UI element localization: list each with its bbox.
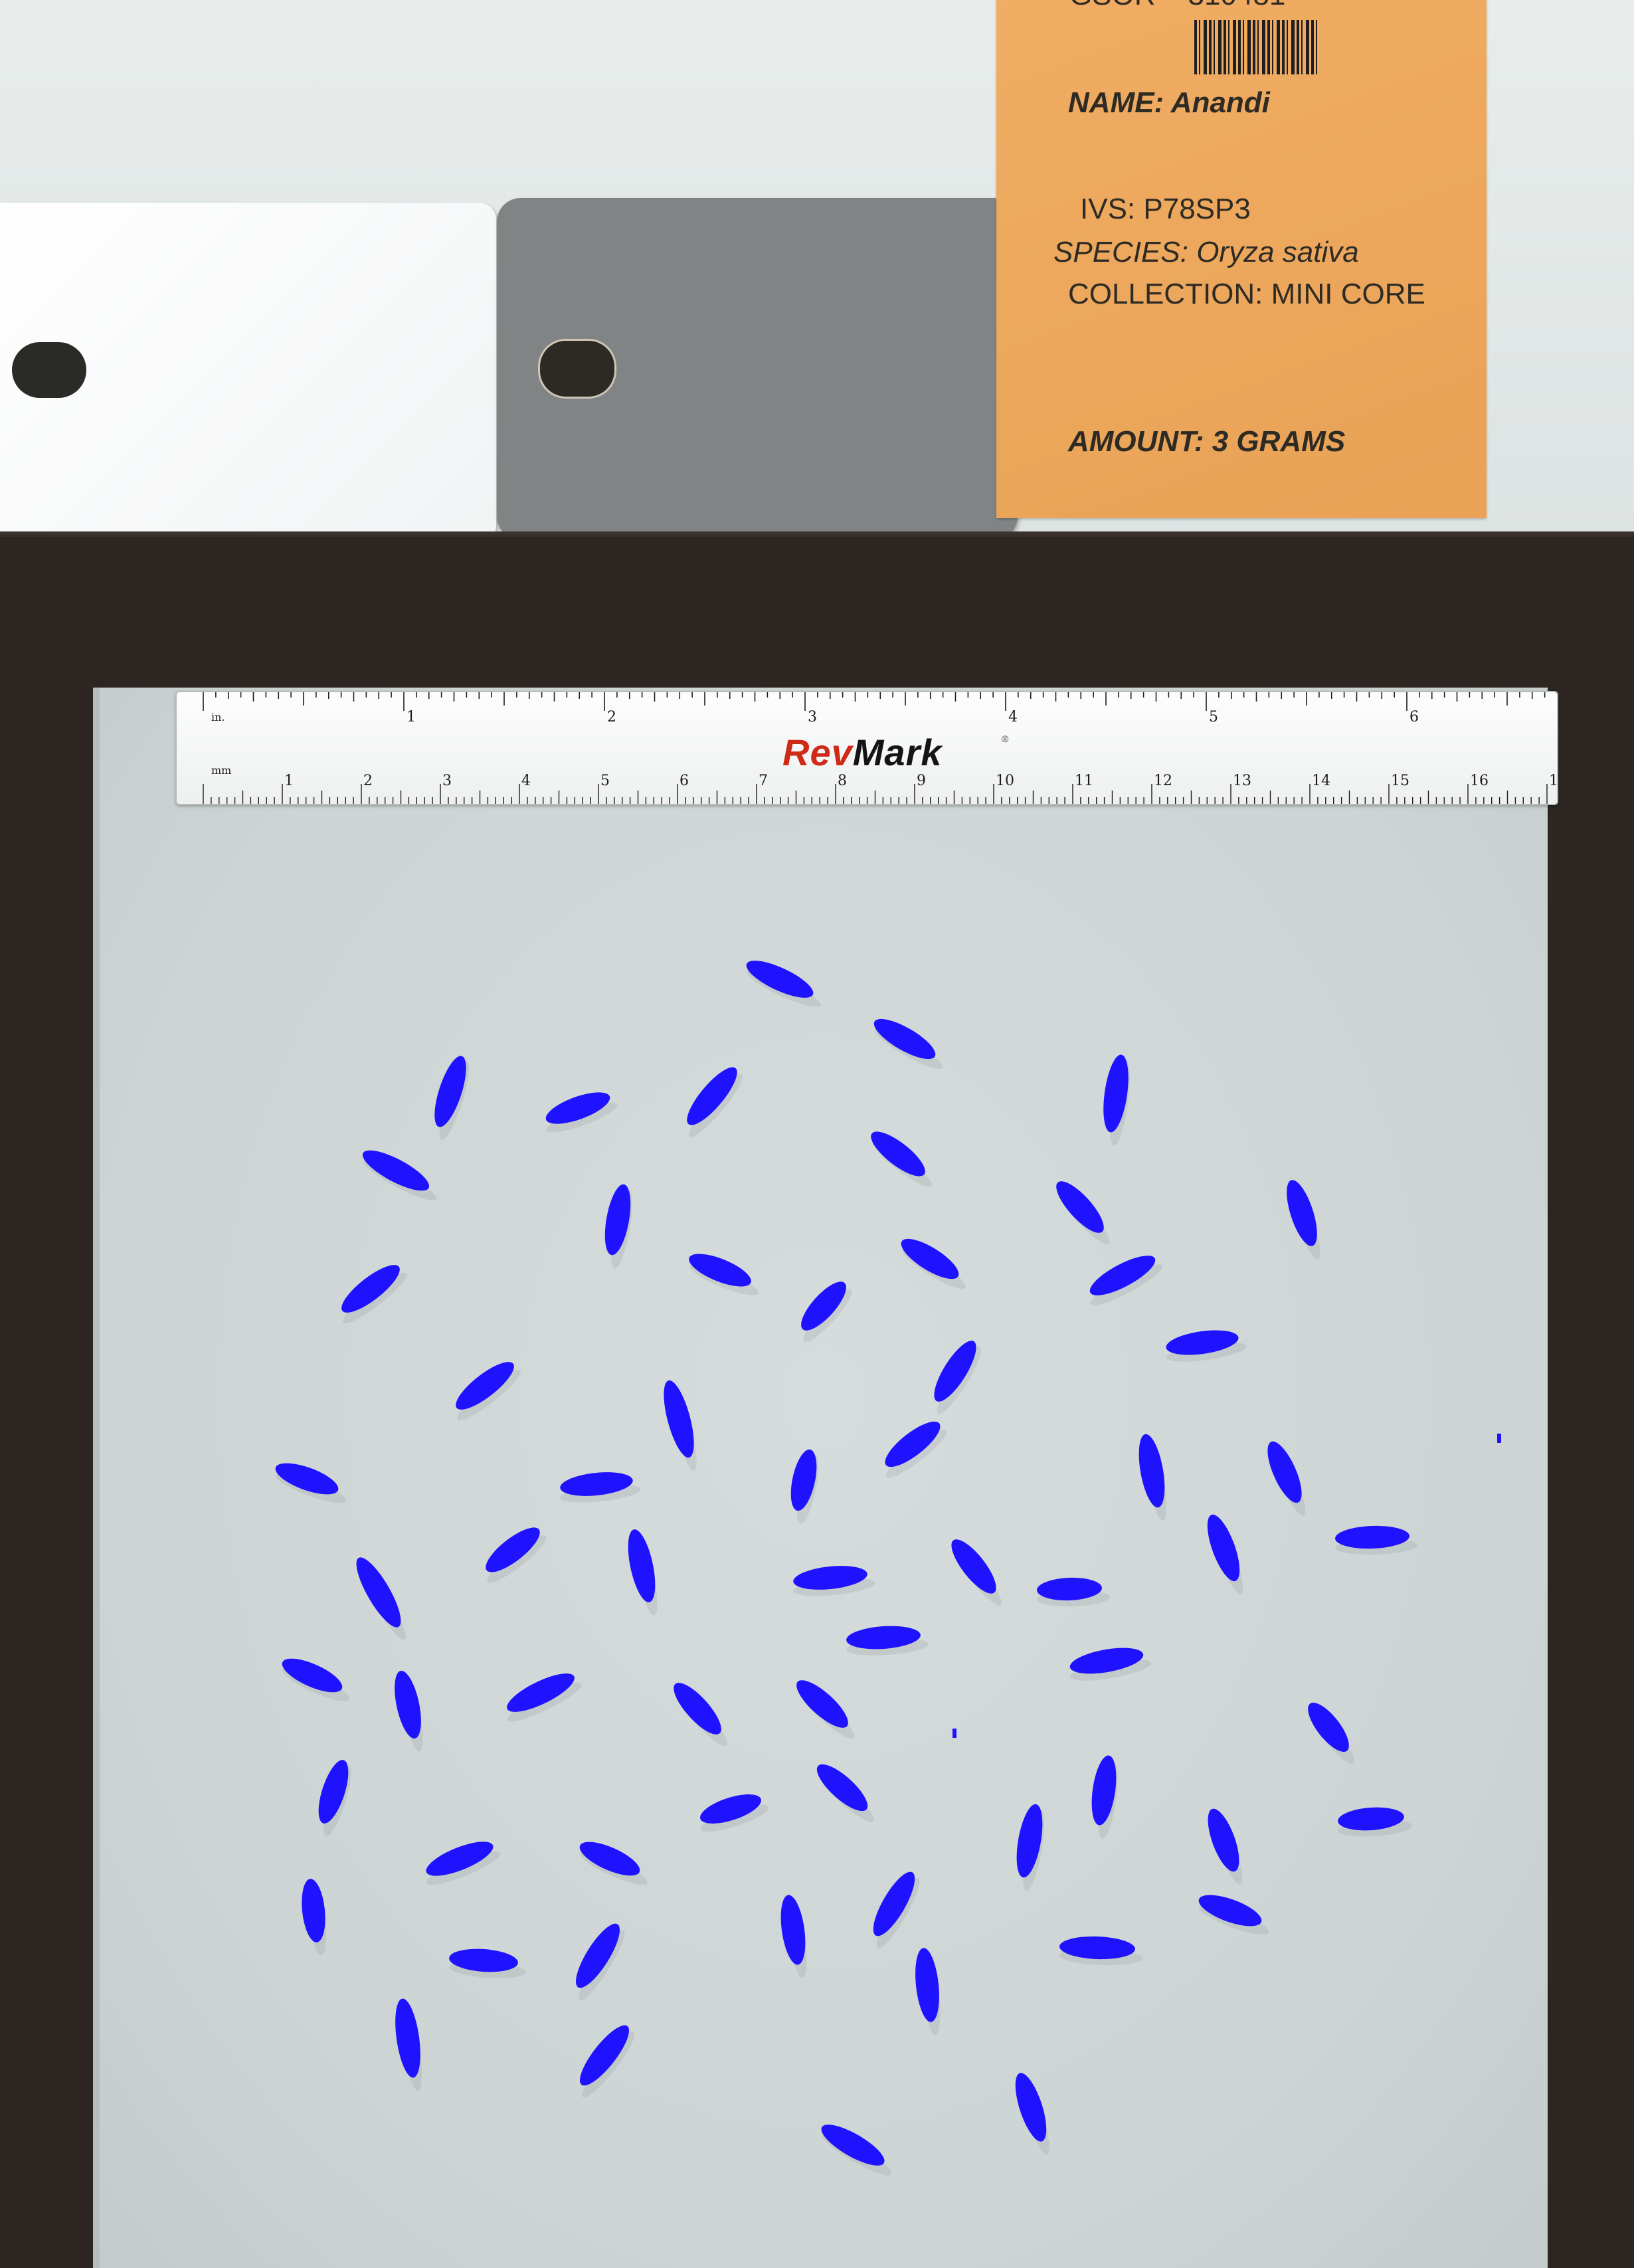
rice-grains-layer xyxy=(275,961,1501,2176)
rice-grain xyxy=(1056,1181,1104,1233)
rice-grain xyxy=(796,1680,848,1728)
rice-grain xyxy=(1308,1703,1349,1752)
rice-grain xyxy=(873,1018,936,1060)
rice-grain xyxy=(356,1557,401,1628)
rice-grain xyxy=(362,1150,430,1191)
rice-grain xyxy=(816,1764,868,1812)
rice-grain xyxy=(674,1683,721,1735)
stray-mark xyxy=(953,1729,956,1738)
stray-mark xyxy=(1497,1434,1501,1443)
rice-grain xyxy=(1267,1441,1302,1503)
rice-grain xyxy=(821,2125,885,2166)
rice-grain xyxy=(901,1238,959,1279)
rice-grain xyxy=(951,1539,996,1594)
rice-grain xyxy=(871,1131,925,1177)
